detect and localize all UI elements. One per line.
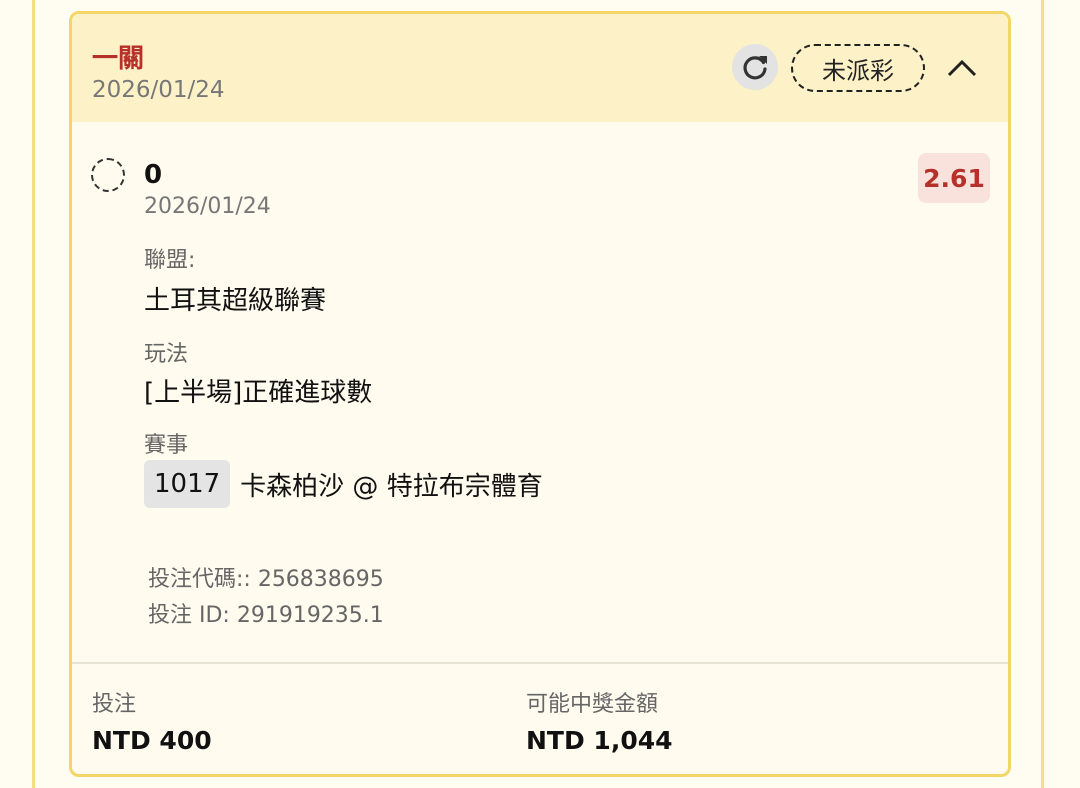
bet-card-header[interactable]: 一關 2026/01/24 未派彩 xyxy=(72,14,1008,122)
refresh-button[interactable] xyxy=(732,44,778,90)
stake-value: NTD 400 xyxy=(92,726,212,755)
payout-value: NTD 1,044 xyxy=(526,726,673,755)
bet-id: 投注 ID: 291919235.1 xyxy=(148,603,384,628)
bet-card: 一關 2026/01/24 未派彩 0 2026/01/24 2.61 聯盟: … xyxy=(69,11,1011,777)
bet-code: 投注代碼:: 256838695 xyxy=(148,567,384,592)
page: 一關 2026/01/24 未派彩 0 2026/01/24 2.61 聯盟: … xyxy=(0,0,1080,788)
bet-date: 2026/01/24 xyxy=(92,77,225,103)
selection-name: 0 xyxy=(144,160,163,190)
bet-type-title: 一關 xyxy=(92,44,145,74)
status-badge: 未派彩 xyxy=(791,44,925,92)
collapse-button[interactable] xyxy=(944,50,980,86)
market-value: [上半場]正確進球數 xyxy=(144,378,373,408)
stake-label: 投注 xyxy=(92,692,137,717)
event-row: 1017 卡森柏沙 @ 特拉布宗體育 xyxy=(144,459,543,509)
selection-date: 2026/01/24 xyxy=(144,194,271,219)
event-code-badge: 1017 xyxy=(144,460,231,508)
event-name: 卡森柏沙 @ 特拉布宗體育 xyxy=(240,471,543,502)
market-label: 玩法 xyxy=(144,342,189,367)
divider xyxy=(72,662,1008,664)
chevron-up-icon xyxy=(947,59,977,77)
league-label: 聯盟: xyxy=(144,248,196,273)
odds-badge: 2.61 xyxy=(918,153,990,203)
refresh-icon xyxy=(743,56,767,80)
event-label: 賽事 xyxy=(144,433,189,458)
payout-label: 可能中獎金額 xyxy=(526,692,659,717)
league-value: 土耳其超級聯賽 xyxy=(144,286,327,316)
pending-circle-icon xyxy=(91,158,125,192)
